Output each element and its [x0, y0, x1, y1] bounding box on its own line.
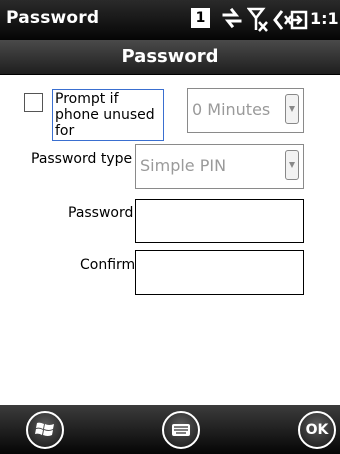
windows-start-icon — [35, 422, 54, 436]
password-field[interactable] — [135, 199, 304, 243]
confirm-label: Confirm — [80, 257, 136, 273]
title-bar: Password — [0, 40, 340, 75]
battery-charging-icon[interactable] — [290, 6, 310, 38]
prompt-timeout-value: 0 Minutes — [192, 100, 271, 119]
status-app-title: Password — [6, 8, 100, 28]
prompt-timeout-combo[interactable]: 0 Minutes — [187, 88, 304, 133]
confirm-password-field[interactable] — [135, 250, 304, 295]
password-type-combo[interactable]: Simple PIN — [135, 144, 304, 189]
status-bar: Password 1 1:11 — [0, 0, 340, 40]
ok-button[interactable]: OK — [298, 411, 336, 449]
keyboard-icon — [172, 424, 190, 436]
bottom-bar: OK — [0, 405, 340, 454]
prompt-checkbox[interactable] — [24, 93, 43, 112]
page-title: Password — [121, 46, 219, 67]
speaker-muted-icon[interactable] — [272, 6, 292, 38]
no-signal-icon[interactable] — [246, 6, 269, 38]
password-label: Password — [68, 205, 134, 221]
prompt-label[interactable]: Prompt if phone unused for — [52, 89, 164, 141]
ok-label: OK — [305, 422, 329, 438]
password-type-dropdown-button[interactable] — [285, 150, 299, 180]
chevron-down-icon — [289, 162, 295, 168]
password-type-label: Password type — [31, 151, 133, 167]
chevron-down-icon — [289, 106, 295, 112]
data-transfer-icon[interactable] — [220, 6, 244, 36]
clock[interactable]: 1:11 — [310, 9, 340, 28]
password-type-value: Simple PIN — [140, 156, 227, 175]
sim-indicator: 1 — [191, 8, 210, 28]
keyboard-button[interactable] — [162, 411, 200, 449]
start-button[interactable] — [26, 411, 64, 449]
prompt-timeout-dropdown-button[interactable] — [285, 94, 299, 124]
